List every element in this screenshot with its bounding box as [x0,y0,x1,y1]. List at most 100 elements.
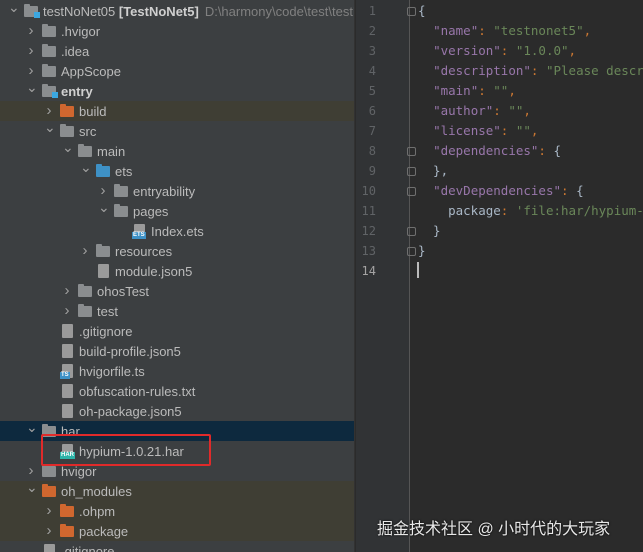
json5-file-icon [62,344,73,358]
code-line: "license": "", [433,123,539,138]
tree-item-label: package [79,523,129,539]
folder-icon [60,124,74,137]
tree-item[interactable]: › .idea [0,41,354,61]
chevron-down-icon[interactable]: ⌄ [26,80,38,94]
chevron-right-icon[interactable]: › [62,303,72,318]
ts-file-icon: TS [60,364,73,379]
tree-item[interactable]: .gitignore [0,541,354,552]
tree-item[interactable]: › .hvigor [0,21,354,41]
tree-item-label: .hvigor [61,23,101,39]
line-number: 14 [361,264,376,278]
fold-end-icon[interactable] [407,227,416,236]
tree-item-label: resources [115,243,173,259]
code-line: } [418,243,426,258]
tree-item[interactable]: › build [0,101,354,121]
code-line: "main": "", [433,83,516,98]
tree-item[interactable]: › test [0,301,354,321]
fold-end-icon[interactable] [407,167,416,176]
tree-item[interactable]: ⌄ oh_modules [0,480,354,501]
tree-item[interactable]: ⌄ testNoNet05 [TestNoNet5] D:\harmony\code… [0,0,354,21]
tree-item-label: .ohpm [79,503,116,519]
folder-icon [78,284,92,297]
tree-item[interactable]: › entryability [0,181,354,201]
line-number: 9 [368,164,376,178]
tree-item-label: entryability [133,183,196,199]
code-editor[interactable]: 1 {2 "name": "testnonet5", 3 "version": "1… [356,0,643,552]
chevron-right-icon[interactable]: › [26,63,36,78]
fold-collapse-icon[interactable] [407,187,416,196]
chevron-down-icon[interactable]: ⌄ [8,0,20,14]
tree-item-label: oh_modules [61,483,132,499]
chevron-down-icon[interactable]: ⌄ [80,160,92,174]
tree-item-label: build [79,103,107,119]
code-line: package: 'file:har/hypium-1.0.21.har' [418,203,643,218]
json5-file-icon [98,264,109,278]
line-number: 6 [368,104,376,118]
chevron-right-icon[interactable]: › [44,103,54,118]
tree-item-label: obfuscation-rules.txt [79,383,196,399]
chevron-right-icon[interactable]: › [44,503,54,518]
project-path: D:\harmony\code\test\testNoNet05 [204,3,354,19]
excluded-folder-icon [60,104,74,117]
tree-item-label: oh-package.json5 [79,403,182,419]
chevron-down-icon[interactable]: ⌄ [98,200,110,214]
line-number: 2 [368,24,376,38]
ets-file-icon: ETS [132,224,146,239]
code-line: "dependencies": { [433,143,562,158]
tree-item-label: ohosTest [97,283,150,299]
chevron-down-icon[interactable]: ⌄ [44,120,56,134]
tree-item[interactable]: ⌄ main [0,140,354,161]
tree-item[interactable]: .gitignore [0,321,354,341]
project-tree-panel: ⌄ testNoNet05 [TestNoNet5] D:\harmony\code… [0,0,355,552]
tree-item-label: .gitignore [61,543,115,552]
tree-item-label: .gitignore [79,323,133,339]
tree-item[interactable]: ETS Index.ets [0,221,354,241]
watermark: 掘金技术社区 @ 小时代的大玩家 [377,521,611,538]
code-line: "version": "1.0.0", [433,43,577,58]
chevron-down-icon[interactable]: ⌄ [26,420,38,434]
chevron-right-icon[interactable]: › [80,243,90,258]
chevron-right-icon[interactable]: › [26,463,36,478]
tree-item[interactable]: build-profile.json5 [0,341,354,361]
fold-collapse-icon[interactable] [407,147,416,156]
tree-item-label: .idea [61,43,90,59]
tree-item[interactable]: ⌄ pages [0,200,354,221]
tree-item[interactable]: obfuscation-rules.txt [0,381,354,401]
code-line: "description": "Please describe the basi… [433,63,643,78]
tree-item[interactable]: › AppScope [0,61,354,81]
folder-icon [78,144,92,157]
line-number: 12 [361,224,376,238]
tree-item[interactable]: ⌄ src [0,120,354,141]
chevron-right-icon[interactable]: › [44,523,54,538]
chevron-right-icon[interactable]: › [26,43,36,58]
tree-item[interactable]: › ohosTest [0,281,354,301]
chevron-right-icon[interactable]: › [98,183,108,198]
chevron-right-icon[interactable]: › [26,23,36,38]
tree-item-label: ets [115,163,133,179]
fold-end-icon[interactable] [407,247,416,256]
tree-item[interactable]: › package [0,521,354,541]
tree-item[interactable]: ⌄ ets [0,160,354,181]
line-number: 7 [368,124,376,138]
excluded-folder-icon [60,504,74,517]
tree-item[interactable]: › resources [0,241,354,261]
tree-item[interactable]: ⌄ entry [0,80,354,101]
chevron-down-icon[interactable]: ⌄ [62,140,74,154]
folder-icon [96,244,110,257]
fold-collapse-icon[interactable] [407,7,416,16]
tree-item-label: main [97,143,126,159]
tree-item[interactable]: › .ohpm [0,501,354,521]
tree-item-label: Index.ets [151,223,204,239]
line-number: 11 [361,204,376,218]
tree-item[interactable]: module.json5 [0,261,354,281]
tree-item-label: module.json5 [115,263,193,279]
line-number: 10 [361,184,376,198]
line-number: 3 [368,44,376,58]
symlink-folder-icon [60,524,74,537]
tree-item[interactable]: TS hvigorfile.ts [0,361,354,381]
code-line: "author": "", [433,103,531,118]
gitignore-file-icon [62,324,73,338]
tree-item[interactable]: oh-package.json5 [0,401,354,421]
chevron-down-icon[interactable]: ⌄ [26,480,38,494]
chevron-right-icon[interactable]: › [62,283,72,298]
